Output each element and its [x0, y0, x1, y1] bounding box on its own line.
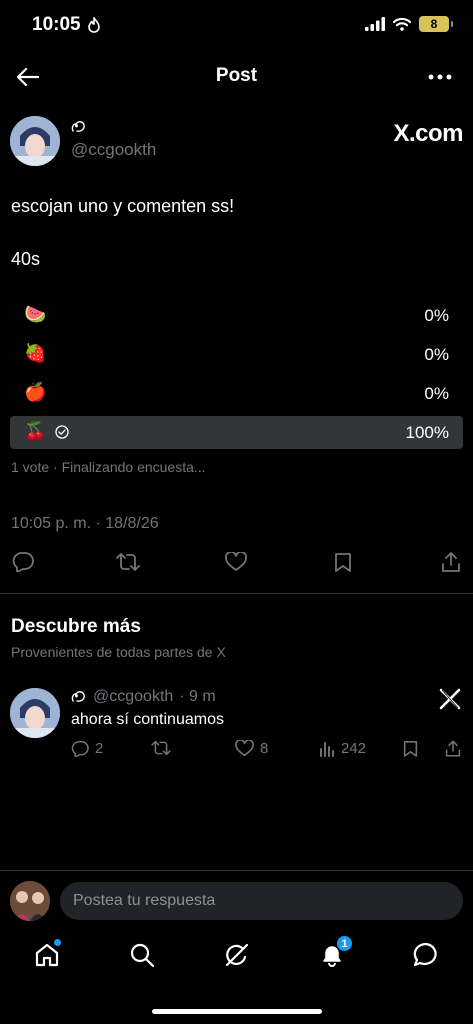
poll-option-emoji: 🍎 — [24, 382, 47, 402]
poll-option-emoji: 🍉 — [24, 304, 47, 324]
rec-reply-count: 2 — [95, 740, 104, 757]
poll-option[interactable]: 🍎 0% — [10, 377, 463, 410]
tab-home[interactable] — [32, 939, 62, 970]
bookmark-icon — [403, 741, 418, 757]
battery-level: 8 — [430, 17, 438, 31]
poll-option-emoji: 🍓 — [24, 343, 47, 363]
status-bar: 10:05 8 — [0, 0, 473, 50]
rec-text: ahora sí continuamos — [71, 711, 224, 728]
reply-input[interactable] — [60, 882, 463, 920]
poll-option-percent: 0% — [424, 345, 449, 364]
discover-title: Descubre más — [11, 616, 141, 637]
divider — [0, 593, 473, 594]
post-author: @ccgookth X.com — [10, 116, 463, 168]
status-right: 8 — [365, 16, 453, 32]
poll-bar — [10, 416, 463, 449]
reply-bar — [0, 870, 473, 932]
tab-messages[interactable] — [411, 940, 441, 970]
poll-meta: 1 vote · Finalizando encuesta... — [11, 459, 206, 475]
selected-check-icon — [55, 425, 69, 439]
home-indicator — [152, 1009, 322, 1014]
notifications-badge: 1 — [336, 935, 353, 952]
x-logo-icon — [439, 688, 461, 710]
avatar-image — [10, 116, 60, 166]
heart-icon — [235, 740, 254, 757]
post-header: Post — [0, 55, 473, 99]
post-text: escojan uno y comenten ss! — [11, 196, 235, 216]
bookmark-icon — [335, 553, 351, 572]
poll-option[interactable]: 🍉 0% — [10, 299, 463, 332]
poll-option-percent: 0% — [424, 384, 449, 403]
reply-button[interactable] — [10, 549, 36, 575]
chat-bubble-icon — [413, 942, 437, 967]
display-name-icon — [71, 120, 87, 136]
author-avatar[interactable] — [10, 116, 60, 166]
bookmark-button[interactable] — [330, 549, 356, 575]
share-button[interactable] — [438, 549, 464, 575]
poll-option-emoji: 🍒 — [24, 421, 47, 441]
post-actions — [10, 549, 463, 577]
views-chart-icon — [320, 741, 334, 757]
tab-bar: 1 — [0, 932, 473, 992]
repost-icon — [116, 553, 140, 571]
more-options-button[interactable] — [425, 63, 455, 91]
poll-option-percent: 0% — [424, 306, 449, 325]
rec-header: @ccgookth · 9 m — [71, 688, 216, 706]
repost-icon — [151, 740, 171, 756]
rec-age: · 9 m — [179, 688, 216, 705]
focus-flame-icon — [87, 17, 100, 33]
rec-views-button[interactable]: 242 — [319, 740, 366, 757]
tab-notifications[interactable]: 1 — [317, 935, 353, 970]
my-avatar — [10, 881, 50, 921]
poll-option[interactable]: 🍓 0% — [10, 338, 463, 371]
tab-search[interactable] — [127, 940, 157, 970]
poll: 🍉 0% 🍓 0% 🍎 0% 🍒 100% — [10, 299, 463, 455]
page-title: Post — [215, 65, 258, 86]
share-icon — [445, 740, 461, 757]
rec-avatar[interactable] — [10, 688, 60, 738]
avatar-image — [10, 688, 60, 738]
avatar-image — [10, 881, 50, 921]
more-dots-icon — [428, 74, 452, 80]
rec-actions: 2 8 242 — [71, 740, 463, 762]
wifi-icon — [393, 17, 411, 31]
rec-reply-button[interactable]: 2 — [71, 740, 103, 757]
reply-icon — [12, 552, 34, 572]
poll-option-percent: 100% — [405, 423, 449, 442]
rec-bookmark-button[interactable] — [403, 740, 418, 757]
display-name-icon — [71, 691, 85, 702]
status-time: 10:05 — [32, 14, 101, 36]
share-icon — [442, 552, 460, 572]
tab-grok[interactable] — [222, 940, 252, 970]
rec-handle[interactable]: @ccgookth — [93, 688, 173, 706]
xcom-logo: X.com — [393, 120, 463, 147]
rec-repost-button[interactable] — [151, 740, 171, 756]
heart-icon — [225, 552, 247, 571]
rec-like-count: 8 — [260, 740, 269, 757]
rec-like-button[interactable]: 8 — [235, 740, 268, 757]
discover-subtitle: Provenientes de todas partes de X — [11, 644, 226, 660]
signal-icon — [365, 17, 385, 31]
post-timestamp: 10:05 p. m. · 18/8/26 — [11, 515, 159, 532]
status-time-text: 10:05 — [32, 14, 81, 35]
home-dot — [54, 939, 61, 946]
rec-view-count: 242 — [341, 740, 367, 757]
repost-button[interactable] — [115, 549, 141, 575]
grok-icon — [225, 943, 249, 967]
rec-share-button[interactable] — [445, 740, 461, 757]
poll-option[interactable]: 🍒 100% — [10, 416, 463, 449]
like-button[interactable] — [223, 549, 249, 575]
recommended-post[interactable]: @ccgookth · 9 m ahora sí continuamos 2 8… — [10, 688, 463, 768]
reply-icon — [71, 740, 89, 757]
battery-indicator: 8 — [419, 16, 453, 32]
poll-time-left: 40s — [11, 249, 41, 269]
author-handle[interactable]: @ccgookth — [71, 140, 156, 160]
search-icon — [130, 943, 155, 968]
